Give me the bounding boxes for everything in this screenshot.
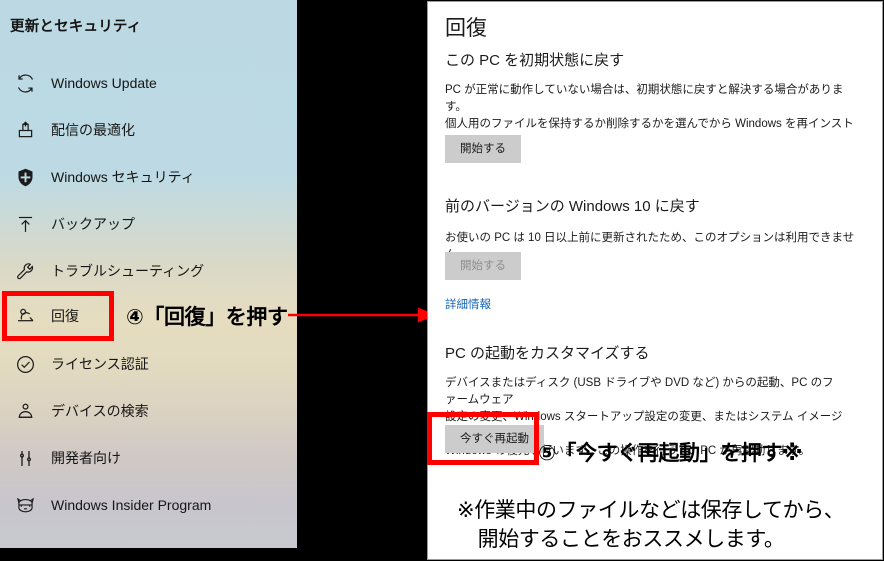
sidebar-item-label: ライセンス認証 <box>51 356 149 372</box>
more-details-link[interactable]: 詳細情報 <box>445 296 491 312</box>
section-heading-reset-pc: この PC を初期状態に戻す <box>445 52 625 69</box>
section-heading-advanced-startup: PC の起動をカスタマイズする <box>445 345 650 362</box>
callout-step4: ④「回復」を押す <box>126 305 288 329</box>
sidebar-item-find-my-device[interactable]: デバイスの検索 <box>0 387 297 435</box>
sidebar-item-label: 開発者向け <box>51 450 121 466</box>
footer-note: ※作業中のファイルなどは保存してから、 開始することをおススメします。 <box>457 498 845 551</box>
page-title: 更新とセキュリティ <box>10 19 142 35</box>
recovery-icon <box>11 306 39 327</box>
sidebar-item-label: 配信の最適化 <box>51 122 135 138</box>
wrench-icon <box>11 261 39 282</box>
reset-pc-start-button[interactable]: 開始する <box>445 135 521 163</box>
sidebar-item-troubleshoot[interactable]: トラブルシューティング <box>0 247 297 295</box>
step4-arrow-icon <box>288 307 436 323</box>
settings-sidebar: 更新とセキュリティ Windows Update 配信の最適化 Windows … <box>0 0 297 548</box>
section-heading-go-back: 前のバージョンの Windows 10 に戻す <box>445 198 700 215</box>
recovery-page-title: 回復 <box>445 17 487 40</box>
sidebar-item-windows-security[interactable]: Windows セキュリティ <box>0 153 297 201</box>
callout-step5: ⑤「今すぐ再起動」を押す※ <box>538 441 802 465</box>
sidebar-item-label: トラブルシューティング <box>51 263 205 279</box>
backup-up-arrow-icon <box>11 214 39 235</box>
sidebar-item-label: Windows Update <box>51 75 157 91</box>
shield-icon <box>11 167 39 188</box>
sidebar-item-activation[interactable]: ライセンス認証 <box>0 340 297 388</box>
delivery-box-icon <box>11 120 39 141</box>
sidebar-item-label: Windows セキュリティ <box>51 169 195 185</box>
sidebar-item-windows-update[interactable]: Windows Update <box>0 59 297 107</box>
restart-now-button[interactable]: 今すぐ再起動 <box>445 425 544 453</box>
sidebar-item-label: Windows Insider Program <box>51 497 212 513</box>
recovery-settings-page: 回復 この PC を初期状態に戻す PC が正常に動作していない場合は、初期状態… <box>427 1 883 560</box>
sidebar-item-delivery-optimization[interactable]: 配信の最適化 <box>0 106 297 154</box>
sidebar-item-backup[interactable]: バックアップ <box>0 200 297 248</box>
sidebar-item-label: 回復 <box>51 308 79 324</box>
check-circle-icon <box>11 354 39 375</box>
sidebar-item-label: デバイスの検索 <box>51 403 149 419</box>
sidebar-item-label: バックアップ <box>51 216 135 232</box>
find-device-icon <box>11 401 39 422</box>
sidebar-item-for-developers[interactable]: 開発者向け <box>0 434 297 482</box>
ninja-cat-icon <box>11 495 39 516</box>
go-back-start-button: 開始する <box>445 252 521 280</box>
sync-icon <box>11 73 39 94</box>
sidebar-item-windows-insider-program[interactable]: Windows Insider Program <box>0 481 297 529</box>
developer-tools-icon <box>11 448 39 469</box>
